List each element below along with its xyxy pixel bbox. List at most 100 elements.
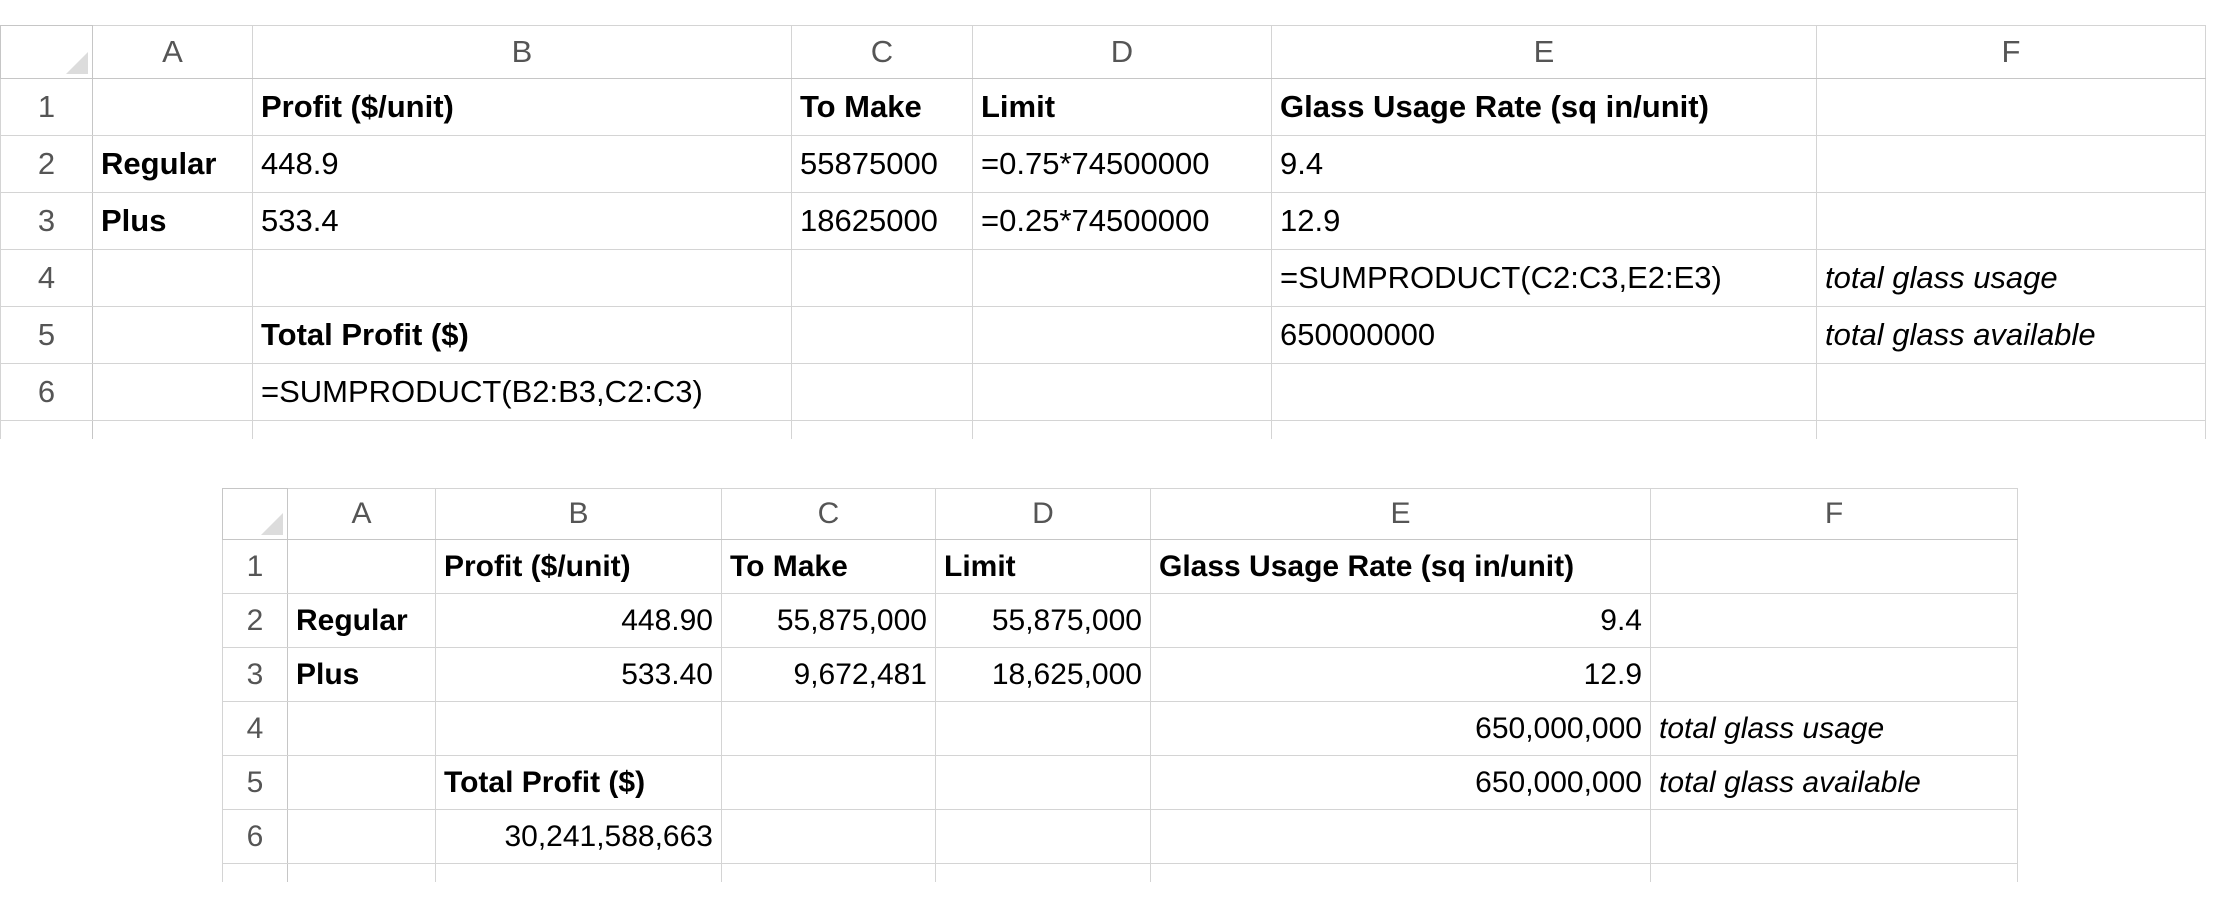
cell-e4[interactable]: 650,000,000 bbox=[1150, 701, 1651, 756]
cell-b1[interactable]: Profit ($/unit) bbox=[252, 78, 792, 136]
cell-e3[interactable]: 12.9 bbox=[1150, 647, 1651, 702]
cell-c3[interactable]: 9,672,481 bbox=[721, 647, 936, 702]
row-header-2[interactable]: 2 bbox=[0, 135, 93, 193]
cell-a1[interactable] bbox=[287, 539, 436, 594]
column-header-a[interactable]: A bbox=[92, 25, 253, 79]
cell-b6[interactable]: =SUMPRODUCT(B2:B3,C2:C3) bbox=[252, 363, 792, 421]
cell-e1[interactable]: Glass Usage Rate (sq in/unit) bbox=[1271, 78, 1817, 136]
select-all-corner[interactable] bbox=[0, 25, 93, 79]
row-header-5[interactable]: 5 bbox=[222, 755, 288, 810]
cell-d7[interactable] bbox=[935, 863, 1151, 882]
cell-d5[interactable] bbox=[935, 755, 1151, 810]
row-header-5[interactable]: 5 bbox=[0, 306, 93, 364]
column-header-e[interactable]: E bbox=[1150, 488, 1651, 540]
row-header-7[interactable] bbox=[0, 420, 93, 439]
cell-c7[interactable] bbox=[791, 420, 973, 439]
cell-d7[interactable] bbox=[972, 420, 1272, 439]
cell-f6[interactable] bbox=[1816, 363, 2206, 421]
cell-f4[interactable]: total glass usage bbox=[1816, 249, 2206, 307]
row-header-4[interactable]: 4 bbox=[222, 701, 288, 756]
cell-f3[interactable] bbox=[1816, 192, 2206, 250]
cell-a7[interactable] bbox=[92, 420, 253, 439]
cell-b3[interactable]: 533.4 bbox=[252, 192, 792, 250]
cell-e2[interactable]: 9.4 bbox=[1150, 593, 1651, 648]
column-header-c[interactable]: C bbox=[721, 488, 936, 540]
cell-d6[interactable] bbox=[935, 809, 1151, 864]
cell-e7[interactable] bbox=[1271, 420, 1817, 439]
column-header-d[interactable]: D bbox=[972, 25, 1272, 79]
column-header-f[interactable]: F bbox=[1650, 488, 2018, 540]
cell-f1[interactable] bbox=[1650, 539, 2018, 594]
cell-d6[interactable] bbox=[972, 363, 1272, 421]
cell-f4[interactable]: total glass usage bbox=[1650, 701, 2018, 756]
cell-f5[interactable]: total glass available bbox=[1816, 306, 2206, 364]
row-header-2[interactable]: 2 bbox=[222, 593, 288, 648]
cell-c6[interactable] bbox=[791, 363, 973, 421]
column-header-b[interactable]: B bbox=[435, 488, 722, 540]
cell-e6[interactable] bbox=[1271, 363, 1817, 421]
cell-f7[interactable] bbox=[1816, 420, 2206, 439]
cell-b4[interactable] bbox=[252, 249, 792, 307]
cell-d3[interactable]: =0.25*74500000 bbox=[972, 192, 1272, 250]
column-header-d[interactable]: D bbox=[935, 488, 1151, 540]
cell-d1[interactable]: Limit bbox=[935, 539, 1151, 594]
cell-f1[interactable] bbox=[1816, 78, 2206, 136]
cell-c1[interactable]: To Make bbox=[791, 78, 973, 136]
cell-d2[interactable]: 55,875,000 bbox=[935, 593, 1151, 648]
cell-d4[interactable] bbox=[935, 701, 1151, 756]
row-header-4[interactable]: 4 bbox=[0, 249, 93, 307]
cell-f2[interactable] bbox=[1816, 135, 2206, 193]
cell-a4[interactable] bbox=[287, 701, 436, 756]
cell-c3[interactable]: 18625000 bbox=[791, 192, 973, 250]
cell-a4[interactable] bbox=[92, 249, 253, 307]
row-header-3[interactable]: 3 bbox=[0, 192, 93, 250]
cell-e2[interactable]: 9.4 bbox=[1271, 135, 1817, 193]
cell-c6[interactable] bbox=[721, 809, 936, 864]
column-header-a[interactable]: A bbox=[287, 488, 436, 540]
cell-b7[interactable] bbox=[252, 420, 792, 439]
cell-b5[interactable]: Total Profit ($) bbox=[435, 755, 722, 810]
cell-a7[interactable] bbox=[287, 863, 436, 882]
cell-c5[interactable] bbox=[721, 755, 936, 810]
cell-f5[interactable]: total glass available bbox=[1650, 755, 2018, 810]
cell-a5[interactable] bbox=[287, 755, 436, 810]
select-all-corner[interactable] bbox=[222, 488, 288, 540]
cell-f7[interactable] bbox=[1650, 863, 2018, 882]
row-header-6[interactable]: 6 bbox=[0, 363, 93, 421]
cell-b2[interactable]: 448.9 bbox=[252, 135, 792, 193]
cell-c7[interactable] bbox=[721, 863, 936, 882]
cell-a3[interactable]: Plus bbox=[92, 192, 253, 250]
cell-e4[interactable]: =SUMPRODUCT(C2:C3,E2:E3) bbox=[1271, 249, 1817, 307]
cell-f2[interactable] bbox=[1650, 593, 2018, 648]
cell-a6[interactable] bbox=[92, 363, 253, 421]
cell-c4[interactable] bbox=[791, 249, 973, 307]
cell-b4[interactable] bbox=[435, 701, 722, 756]
row-header-3[interactable]: 3 bbox=[222, 647, 288, 702]
cell-a1[interactable] bbox=[92, 78, 253, 136]
cell-e3[interactable]: 12.9 bbox=[1271, 192, 1817, 250]
cell-c2[interactable]: 55,875,000 bbox=[721, 593, 936, 648]
cell-c5[interactable] bbox=[791, 306, 973, 364]
cell-a5[interactable] bbox=[92, 306, 253, 364]
cell-c4[interactable] bbox=[721, 701, 936, 756]
cell-e6[interactable] bbox=[1150, 809, 1651, 864]
cell-f3[interactable] bbox=[1650, 647, 2018, 702]
cell-d1[interactable]: Limit bbox=[972, 78, 1272, 136]
cell-b7[interactable] bbox=[435, 863, 722, 882]
column-header-c[interactable]: C bbox=[791, 25, 973, 79]
row-header-7[interactable] bbox=[222, 863, 288, 882]
cell-b3[interactable]: 533.40 bbox=[435, 647, 722, 702]
cell-d2[interactable]: =0.75*74500000 bbox=[972, 135, 1272, 193]
cell-b6[interactable]: 30,241,588,663 bbox=[435, 809, 722, 864]
cell-f6[interactable] bbox=[1650, 809, 2018, 864]
column-header-b[interactable]: B bbox=[252, 25, 792, 79]
cell-b5[interactable]: Total Profit ($) bbox=[252, 306, 792, 364]
row-header-1[interactable]: 1 bbox=[0, 78, 93, 136]
cell-e7[interactable] bbox=[1150, 863, 1651, 882]
cell-a2[interactable]: Regular bbox=[287, 593, 436, 648]
cell-d4[interactable] bbox=[972, 249, 1272, 307]
column-header-e[interactable]: E bbox=[1271, 25, 1817, 79]
cell-b2[interactable]: 448.90 bbox=[435, 593, 722, 648]
cell-e5[interactable]: 650,000,000 bbox=[1150, 755, 1651, 810]
cell-a2[interactable]: Regular bbox=[92, 135, 253, 193]
